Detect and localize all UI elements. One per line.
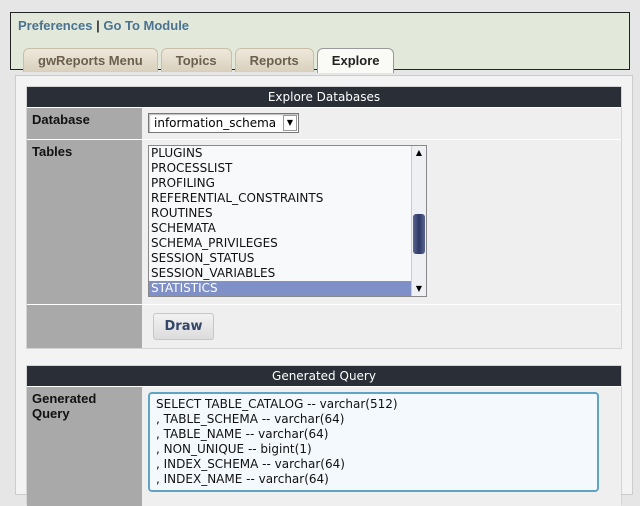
table-option[interactable]: REFERENTIAL_CONSTRAINTS [149, 191, 426, 206]
generated-query-textarea[interactable]: SELECT TABLE_CATALOG -- varchar(512), TA… [148, 392, 599, 492]
database-value: information_schema [154, 116, 277, 130]
database-label: Database [27, 108, 142, 139]
table-option[interactable]: STATISTICS [149, 281, 411, 296]
query-line: , INDEX_SCHEMA -- varchar(64) [156, 457, 345, 471]
tab-explore[interactable]: Explore [316, 48, 395, 73]
table-option[interactable]: SESSION_STATUS [149, 251, 426, 266]
section-title: Explore Databases [27, 87, 621, 107]
query-line: , TABLE_NAME -- varchar(64) [156, 427, 329, 441]
table-option[interactable]: SESSION_VARIABLES [149, 266, 426, 281]
tab-reports[interactable]: Reports [234, 48, 314, 72]
query-line: , NON_UNIQUE -- bigint(1) [156, 442, 312, 456]
table-option[interactable]: PLUGINS [149, 146, 426, 161]
preferences-link[interactable]: Preferences [18, 18, 92, 33]
table-option[interactable]: ROUTINES [149, 206, 426, 221]
table-option[interactable]: SCHEMA_PRIVILEGES [149, 236, 426, 251]
database-select[interactable]: information_schema ▼ [148, 113, 299, 133]
link-separator: | [96, 18, 100, 33]
chevron-down-icon: ▼ [283, 115, 297, 131]
scroll-thumb[interactable] [413, 214, 425, 254]
scroll-down-icon[interactable]: ▼ [412, 282, 426, 296]
explore-databases-section: Explore Databases Database information_s… [26, 86, 622, 349]
table-option[interactable]: SCHEMATA [149, 221, 426, 236]
tables-listbox[interactable]: PLUGINS PROCESSLIST PROFILING REFERENTIAL_C… [148, 145, 427, 297]
generated-query-section: Generated Query Generated Query SELECT T… [26, 365, 622, 506]
scroll-up-icon[interactable]: ▲ [412, 146, 426, 160]
query-line: , TABLE_SCHEMA -- varchar(64) [156, 412, 345, 426]
generated-query-label: Generated Query [27, 387, 142, 506]
tab-bar: gwReports Menu Topics Reports Explore [23, 48, 395, 73]
table-option[interactable]: PROCESSLIST [149, 161, 426, 176]
empty-label [27, 305, 142, 348]
content-panel: Explore Databases Database information_s… [15, 75, 633, 506]
listbox-scrollbar[interactable]: ▲ ▼ [411, 146, 426, 296]
table-option[interactable]: PROFILING [149, 176, 426, 191]
tab-gwreports-menu[interactable]: gwReports Menu [23, 48, 158, 72]
top-bar: Preferences | Go To Module gwReports Men… [10, 12, 630, 73]
go-to-module-link[interactable]: Go To Module [103, 18, 189, 33]
section-title: Generated Query [27, 366, 621, 386]
tables-label: Tables [27, 140, 142, 304]
draw-button[interactable]: Draw [153, 313, 214, 340]
query-line: SELECT TABLE_CATALOG -- varchar(512) [156, 397, 398, 411]
tab-topics[interactable]: Topics [160, 48, 232, 72]
header-links: Preferences | Go To Module [18, 18, 189, 33]
